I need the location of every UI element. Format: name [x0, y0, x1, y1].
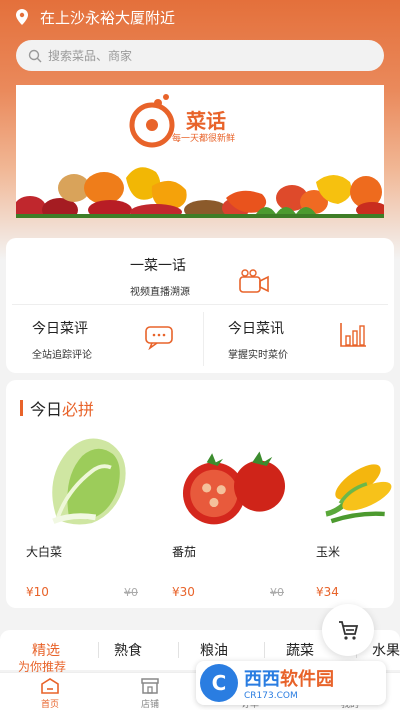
product-old-price: ¥0	[270, 586, 284, 599]
comment-icon	[145, 326, 173, 350]
watermark-emblem: C	[200, 664, 238, 702]
location-text: 在上沙永裕大厦附近	[40, 8, 176, 27]
product-old-price: ¥0	[124, 586, 138, 599]
location-pin-icon	[16, 9, 28, 25]
feature-price-news[interactable]: 今日菜讯 掌握实时菜价	[228, 318, 388, 368]
category-tab-featured[interactable]: 精选	[32, 640, 60, 660]
brand-logo: 菜话 每一天都很新鲜	[128, 93, 288, 153]
location-bar[interactable]: 在上沙永裕大厦附近	[14, 6, 175, 28]
home-icon	[41, 678, 59, 694]
watermark-title: 西西软件园	[244, 669, 334, 690]
feature-video-trace[interactable]: 一菜一话 视频直播溯源	[130, 255, 330, 305]
divider	[12, 304, 388, 305]
product-name: 番茄	[172, 545, 197, 559]
feature-title: 一菜一话	[130, 258, 186, 274]
divider	[98, 642, 99, 658]
product-price: ¥10	[26, 585, 49, 599]
title-accent-bar	[20, 400, 23, 416]
product-name: 玉米	[316, 545, 341, 559]
search-placeholder: 搜索菜品、商家	[48, 49, 133, 63]
search-icon	[28, 49, 42, 62]
vegetables-illustration	[16, 167, 384, 218]
feature-subtitle: 视频直播溯源	[130, 287, 190, 298]
tab-home[interactable]: 首页	[20, 677, 80, 710]
divider	[203, 312, 204, 366]
search-input[interactable]: 搜索菜品、商家	[16, 40, 384, 71]
category-tab-grain-oil[interactable]: 粮油	[200, 640, 228, 660]
bar-chart-icon	[340, 323, 366, 347]
tomato-icon	[182, 451, 286, 525]
feature-reviews[interactable]: 今日菜评 全站追踪评论	[32, 318, 197, 368]
brand-slogan: 每一天都很新鲜	[172, 134, 236, 144]
corn-icon	[325, 464, 392, 524]
category-tab-deli[interactable]: 熟食	[114, 640, 142, 660]
divider	[264, 642, 265, 658]
product-price: ¥34	[316, 585, 339, 599]
tab-store[interactable]: 店铺	[120, 677, 180, 710]
product-price: ¥30	[172, 585, 195, 599]
tab-label: 店铺	[140, 700, 159, 710]
product-card[interactable]: 大白菜 ¥10 ¥0	[26, 380, 176, 608]
watermark-logo: C 西西软件园 CR173.COM	[196, 661, 386, 705]
floating-cart-button[interactable]	[322, 604, 374, 656]
store-icon	[141, 678, 159, 694]
promo-banner[interactable]: 菜话 每一天都很新鲜	[16, 85, 384, 218]
tab-label: 首页	[40, 700, 59, 710]
watermark-domain: CR173.COM	[244, 691, 298, 701]
chinese-cabbage-icon	[52, 438, 126, 525]
features-card: 一菜一话 视频直播溯源 今日菜评 全站追踪评论 今日菜讯 掌握实时菜价	[6, 238, 394, 373]
divider	[178, 642, 179, 658]
product-card[interactable]: 玉米 ¥34	[316, 380, 394, 608]
daily-deals-card: 今日 必拼 大白菜 ¥10 ¥0 番茄 ¥30 ¥0 玉米 ¥34	[6, 380, 394, 608]
category-tab-fruit[interactable]: 水果	[372, 640, 400, 660]
product-card[interactable]: 番茄 ¥30 ¥0	[172, 380, 322, 608]
cart-icon	[339, 621, 359, 640]
brand-title: 菜话	[186, 109, 226, 133]
category-tab-vegetables[interactable]: 蔬菜	[286, 640, 314, 660]
product-name: 大白菜	[26, 545, 63, 559]
video-camera-icon	[239, 269, 269, 293]
